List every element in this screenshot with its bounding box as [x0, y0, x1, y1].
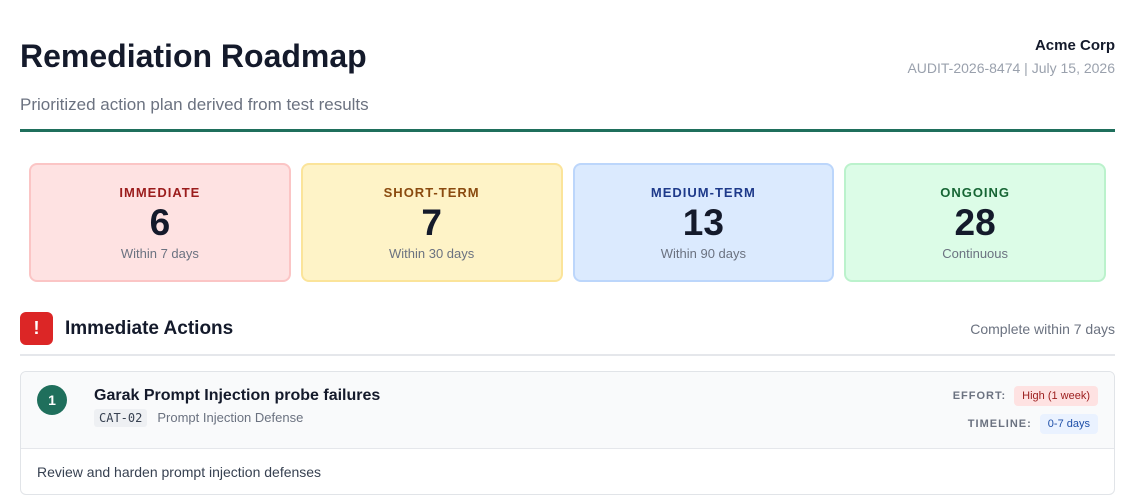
effort-badge: High (1 week) [1014, 386, 1098, 406]
timeline-badge: 0-7 days [1039, 414, 1098, 434]
summary-card-medium-term: MEDIUM-TERM 13 Within 90 days [572, 163, 835, 282]
action-item[interactable]: 1 Garak Prompt Injection probe failures … [20, 371, 1115, 495]
section-title: Immediate Actions [65, 318, 234, 339]
summary-card-ongoing: ONGOING 28 Continuous [844, 163, 1106, 282]
card-subtext: Continuous [942, 246, 1009, 261]
category-name: Prompt Injection Defense [157, 410, 304, 425]
card-count: 28 [954, 202, 996, 243]
card-label: SHORT-TERM [383, 185, 480, 200]
action-description: Review and harden prompt injection defen… [37, 464, 322, 480]
summary-cards: IMMEDIATE 6 Within 7 days SHORT-TERM 7 W… [29, 163, 1106, 282]
action-category: CAT-02 Prompt Injection Defense [94, 409, 303, 427]
action-title: Garak Prompt Injection probe failures [94, 387, 381, 404]
section-deadline: Complete within 7 days [970, 321, 1115, 337]
page-header: Remediation Roadmap Prioritized action p… [20, 36, 1115, 116]
org-name: Acme Corp [1034, 37, 1115, 54]
card-label: IMMEDIATE [119, 185, 201, 200]
summary-card-immediate: IMMEDIATE 6 Within 7 days [29, 163, 291, 282]
card-label: ONGOING [940, 185, 1011, 200]
card-count: 13 [682, 202, 724, 243]
action-header: 1 Garak Prompt Injection probe failures … [21, 372, 1114, 449]
card-subtext: Within 30 days [388, 246, 475, 261]
card-label: MEDIUM-TERM [650, 185, 756, 200]
audit-meta: AUDIT-2026-8474 | July 15, 2026 [907, 60, 1115, 76]
category-code: CAT-02 [94, 409, 148, 427]
card-subtext: Within 90 days [660, 246, 746, 261]
card-count: 6 [149, 202, 171, 243]
summary-card-short-term: SHORT-TERM 7 Within 30 days [300, 163, 563, 282]
card-count: 7 [421, 202, 442, 243]
immediate-actions-header: ! Immediate Actions Complete within 7 da… [20, 312, 1115, 346]
card-subtext: Within 7 days [120, 246, 199, 261]
action-number: 1 [37, 385, 67, 415]
timeline-row: TIMELINE: 0-7 days [968, 414, 1098, 434]
header-divider [20, 129, 1115, 132]
section-divider [20, 354, 1115, 356]
effort-label: EFFORT: [952, 390, 1007, 402]
timeline-label: TIMELINE: [967, 418, 1032, 430]
effort-row: EFFORT: High (1 week) [953, 386, 1098, 406]
remediation-page: Remediation Roadmap Prioritized action p… [0, 0, 1135, 495]
org-info: Acme Corp AUDIT-2026-8474 | July 15, 202… [907, 36, 1115, 78]
alert-icon: ! [20, 312, 53, 345]
page-subtitle: Prioritized action plan derived from tes… [20, 95, 369, 114]
